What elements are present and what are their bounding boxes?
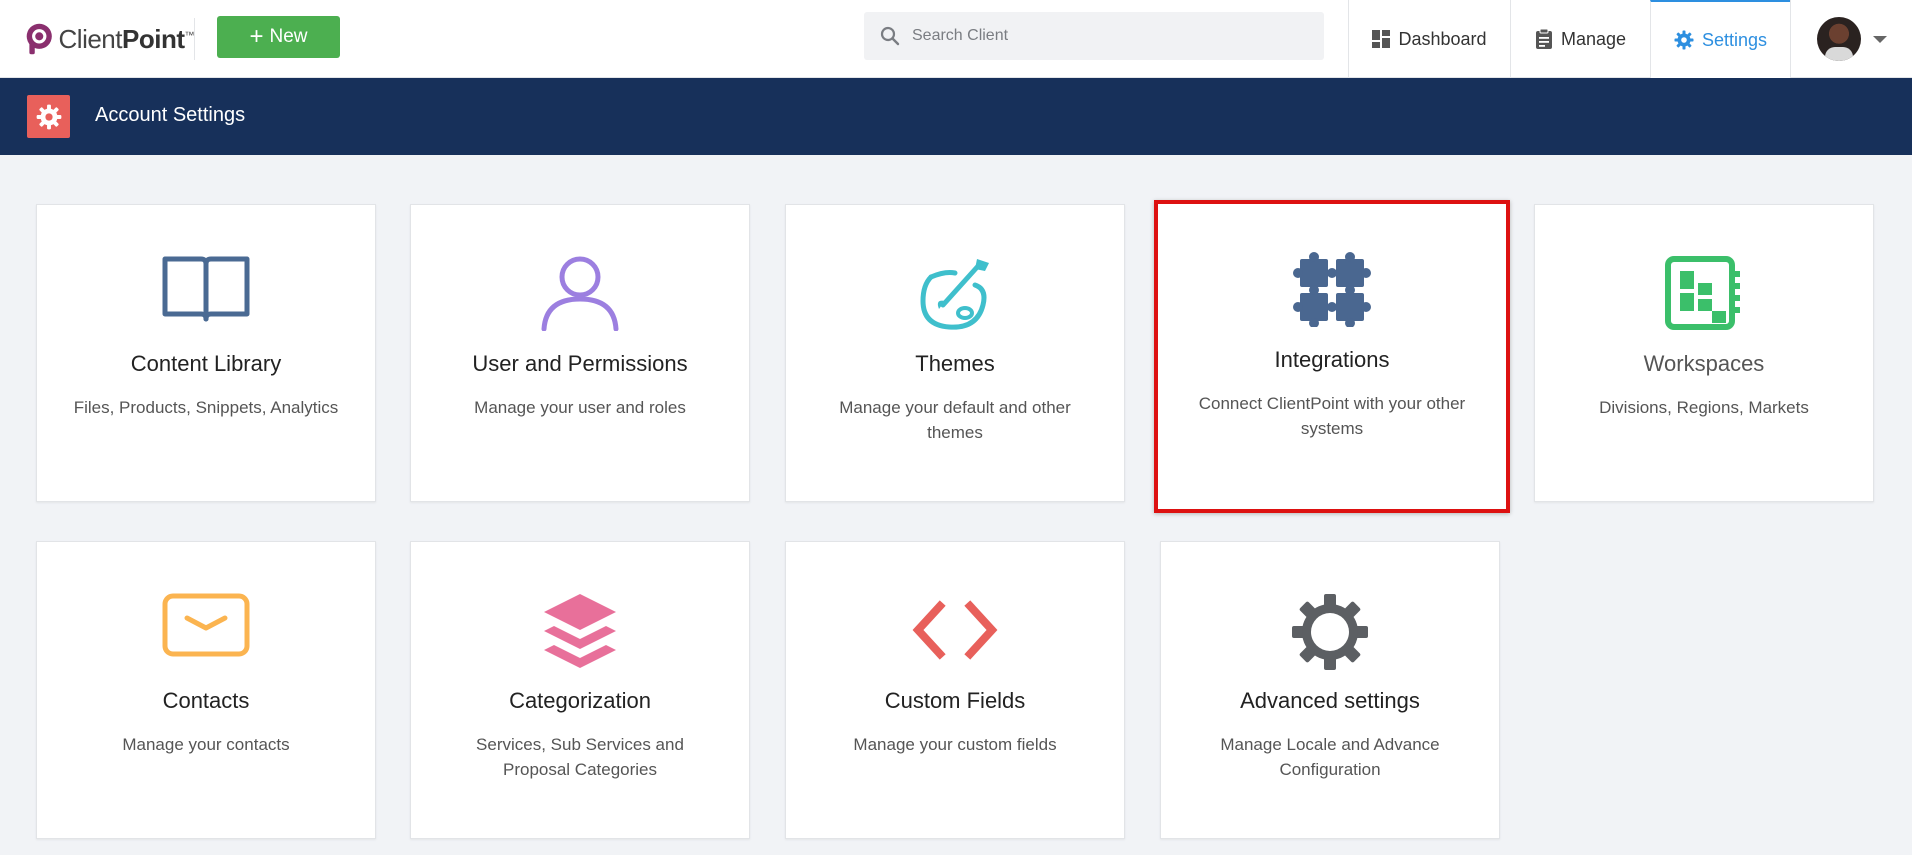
page-title: Account Settings — [95, 104, 246, 126]
card-description: Manage your default and other themes — [839, 398, 1071, 442]
layers-icon — [411, 592, 749, 668]
card-description: Services, Sub Services and Proposal Cate… — [476, 735, 684, 779]
gear-icon — [1674, 30, 1694, 50]
puzzle-icon — [1158, 251, 1506, 327]
card-title: Content Library — [130, 351, 282, 376]
clipboard-icon — [1535, 29, 1553, 49]
card-contacts[interactable]: Contacts Manage your contacts — [36, 541, 376, 839]
workspace-icon — [1535, 255, 1873, 331]
card-themes[interactable]: Themes Manage your default and other the… — [785, 204, 1125, 502]
card-content-library[interactable]: Content Library Files, Products, Snippet… — [36, 204, 376, 502]
card-title: Integrations — [1274, 347, 1390, 372]
top-bar: ClientPoint™ + New Dashboard — [0, 0, 1912, 78]
card-title: Custom Fields — [884, 688, 1026, 713]
page-header: Account Settings — [0, 78, 1912, 155]
code-icon — [786, 592, 1124, 668]
chevron-down-icon[interactable] — [1872, 35, 1887, 43]
dashboard-icon — [1372, 30, 1391, 48]
card-title: Themes — [915, 351, 995, 376]
card-description: Manage your user and roles — [474, 398, 686, 417]
card-custom-fields[interactable]: Custom Fields Manage your custom fields — [785, 541, 1125, 839]
nav-manage[interactable]: Manage — [1510, 0, 1650, 78]
nav-dashboard[interactable]: Dashboard — [1348, 0, 1510, 78]
palette-icon — [786, 255, 1124, 331]
nav-settings[interactable]: Settings — [1650, 0, 1790, 78]
card-workspaces[interactable]: Workspaces Divisions, Regions, Markets — [1534, 204, 1874, 502]
search-input[interactable] — [912, 27, 1292, 45]
nav-settings-label: Settings — [1701, 29, 1768, 50]
book-icon — [37, 255, 375, 331]
card-description: Manage your contacts — [122, 735, 290, 754]
card-categorization[interactable]: Categorization Services, Sub Services an… — [410, 541, 750, 839]
search-icon — [880, 26, 900, 46]
search-box[interactable] — [864, 12, 1324, 60]
new-button-label: New — [269, 26, 308, 47]
card-integrations[interactable]: Integrations Connect ClientPoint with yo… — [1154, 200, 1510, 513]
nav-manage-label: Manage — [1560, 28, 1627, 49]
nav-dashboard-label: Dashboard — [1398, 28, 1487, 49]
card-title: Categorization — [509, 688, 651, 713]
profile-menu[interactable] — [1790, 0, 1912, 78]
card-title: Workspaces — [1643, 351, 1765, 376]
card-title: Contacts — [162, 688, 250, 713]
card-title: Advanced settings — [1240, 688, 1420, 713]
card-description: Manage your custom fields — [853, 735, 1057, 754]
card-description: Divisions, Regions, Markets — [1599, 398, 1809, 417]
card-description: Files, Products, Snippets, Analytics — [73, 398, 339, 417]
new-button[interactable]: + New — [217, 16, 340, 58]
avatar[interactable] — [1816, 17, 1861, 61]
user-icon — [411, 255, 749, 331]
card-description: Manage Locale and Advance Configuration — [1220, 735, 1440, 779]
plus-icon: + — [249, 23, 264, 50]
settings-gear-icon — [27, 95, 70, 138]
clientpoint-logo-icon — [26, 23, 52, 55]
card-description: Connect ClientPoint with your other syst… — [1198, 394, 1466, 438]
gear-icon — [1161, 592, 1499, 670]
logo-wordmark: ClientPoint™ — [58, 23, 195, 54]
card-advanced-settings[interactable]: Advanced settings Manage Locale and Adva… — [1160, 541, 1500, 839]
card-title: User and Permissions — [472, 351, 688, 376]
envelope-icon — [37, 592, 375, 668]
card-user-permissions[interactable]: User and Permissions Manage your user an… — [410, 204, 750, 502]
clientpoint-logo[interactable]: ClientPoint™ — [24, 18, 195, 60]
